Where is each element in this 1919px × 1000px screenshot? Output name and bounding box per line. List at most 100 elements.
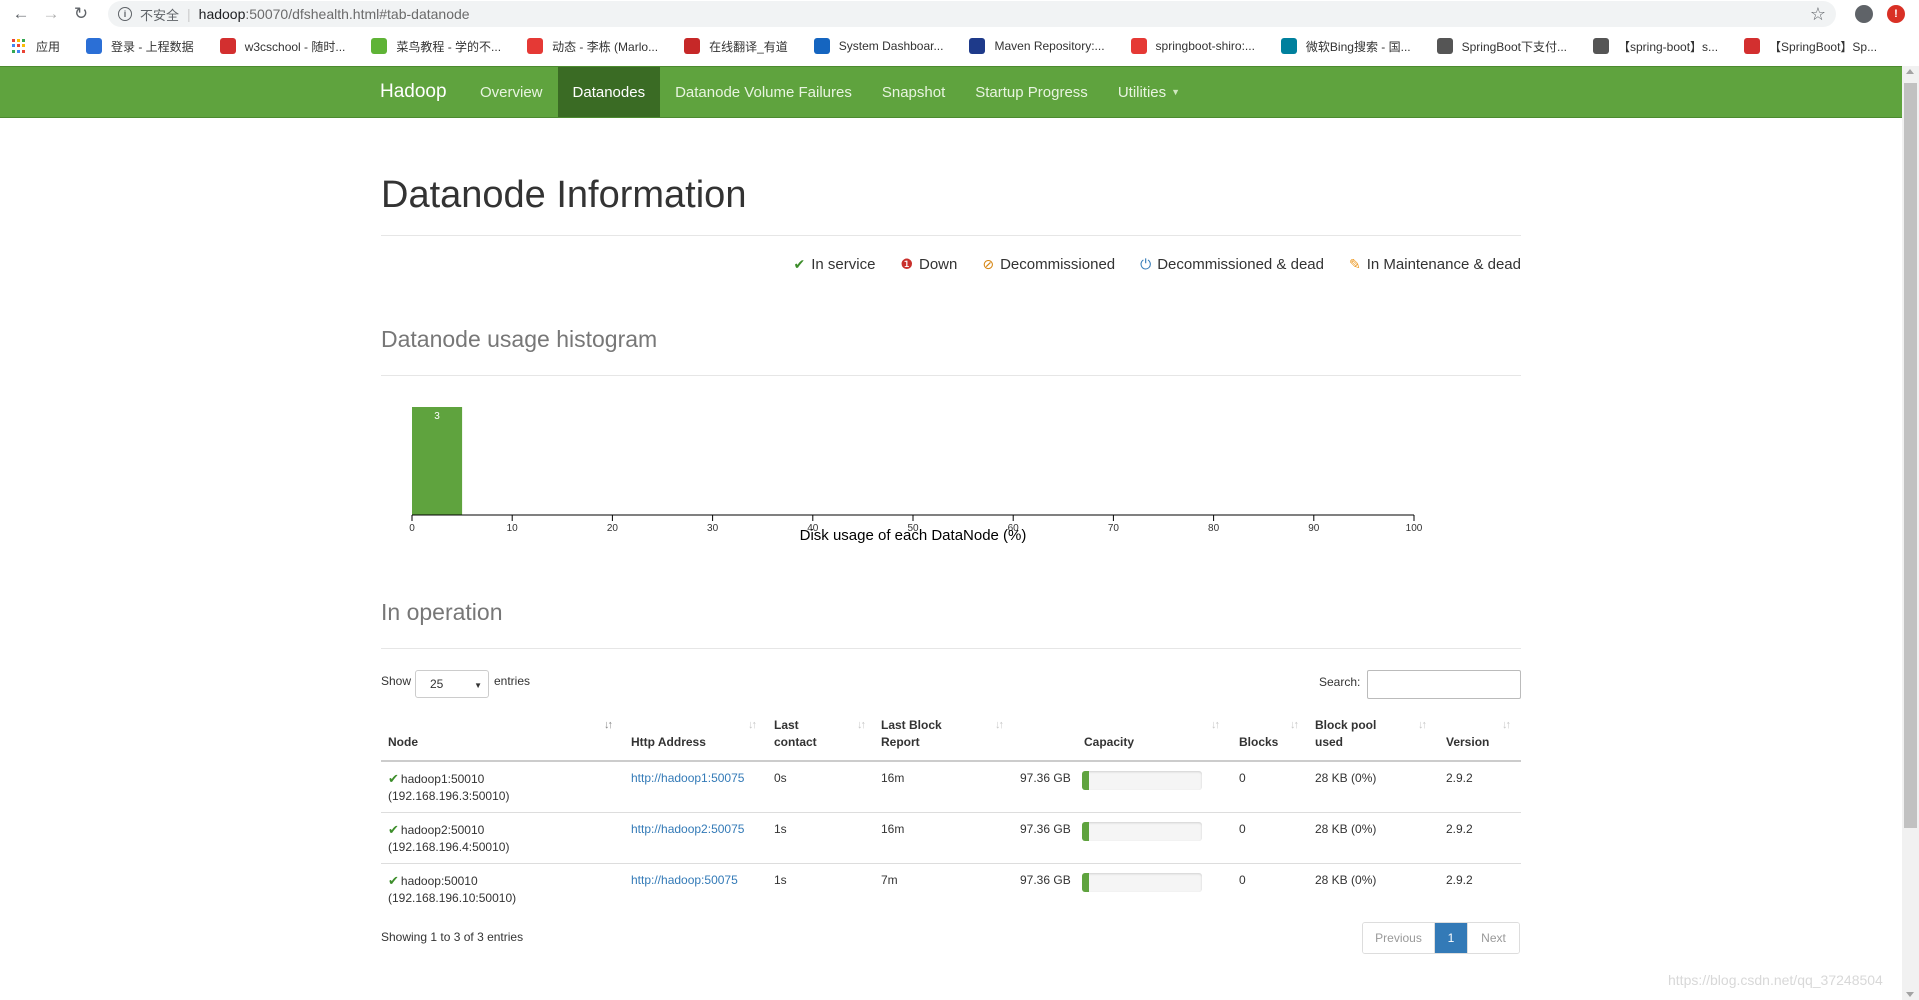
scroll-thumb[interactable] [1904,83,1917,828]
bookmark-item[interactable]: 在线翻译_有道 [684,38,788,55]
info-icon[interactable]: i [118,7,132,21]
brand-link[interactable]: Hadoop [380,81,447,103]
column-header[interactable]: Http Address [631,734,706,751]
node-ip: (192.168.196.4:50010) [388,840,510,854]
extension-icon[interactable]: ! [1887,5,1905,23]
row-divider [381,863,1521,864]
bookmark-favicon-icon [684,38,701,54]
column-header-line: Node [388,735,418,749]
address-bar[interactable]: i 不安全 | hadoop:50070/dfshealth.html#tab-… [108,1,1836,27]
http-address-link[interactable]: http://hadoop:50075 [631,872,738,889]
histogram-divider [381,375,1521,376]
column-header-line: Last Block [881,718,942,732]
pagination: Previous 1 Next [1362,922,1520,954]
legend-item: ❶ Down [900,256,957,273]
legend-item: ✎ In Maintenance & dead [1349,256,1521,273]
scroll-down-arrow-icon[interactable] [1906,992,1914,997]
last-contact-cell: 0s [774,771,787,785]
search-input[interactable] [1367,670,1521,699]
node-name: hadoop1:50010 [400,772,485,786]
nav-item-label: Datanodes [572,83,646,101]
capacity-usage-bar [1082,873,1202,892]
column-header-line: Last [774,718,799,732]
sort-arrows-icon[interactable]: ↓↑ [1502,719,1511,731]
account-icon[interactable] [1855,5,1873,23]
nav-item-snapshot[interactable]: Snapshot [867,67,960,117]
bookmark-item[interactable]: Maven Repository:... [969,38,1105,54]
sort-arrows-icon[interactable]: ↓↑ [1418,719,1427,731]
sort-arrows-icon[interactable]: ↓↑ [1211,719,1220,731]
dropdown-arrow-icon: ▼ [474,681,482,690]
nav-item-label: Overview [480,83,543,101]
sort-arrows-icon[interactable]: ↓↑ [995,719,1004,731]
operation-title: In operation [381,599,503,625]
sort-arrows-icon[interactable]: ↓↑ [1290,719,1299,731]
back-icon[interactable]: ← [6,0,36,28]
forward-icon[interactable]: → [36,0,66,28]
in-service-check-icon: ✔ [388,873,399,888]
http-address-link[interactable]: http://hadoop1:50075 [631,770,744,787]
table-info: Showing 1 to 3 of 3 entries [381,930,524,944]
legend-label: Decommissioned & dead [1157,256,1324,273]
column-header[interactable]: Last contact [774,717,817,751]
capacity-cell: 97.36 GB [1020,771,1071,785]
scroll-up-arrow-icon[interactable] [1906,69,1914,74]
nav-item-startup-progress[interactable]: Startup Progress [960,67,1103,117]
bookmark-item[interactable]: springboot-shiro:... [1130,38,1255,54]
capacity-usage-fill [1082,822,1090,841]
bookmark-item[interactable]: 动态 - 李栋 (Marlo... [527,38,658,55]
bookmark-star-icon[interactable]: ☆ [1810,4,1826,25]
column-header[interactable]: Version [1446,734,1489,751]
node-name: hadoop:50010 [400,874,478,888]
nav-item-datanode-volume-failures[interactable]: Datanode Volume Failures [660,67,867,117]
version-cell: 2.9.2 [1446,771,1473,785]
column-header-line: Blocks [1239,735,1279,749]
bookmark-favicon-icon [86,38,103,54]
row-divider [381,812,1521,813]
http-address-link[interactable]: http://hadoop2:50075 [631,821,744,838]
exclamation-icon: ❶ [900,256,913,272]
previous-page-button[interactable]: Previous [1363,923,1435,953]
column-header[interactable]: Block pool used [1315,717,1376,751]
bookmark-item[interactable]: 登录 - 上程数据 [86,38,194,55]
legend-label: Decommissioned [1000,256,1116,273]
nav-item-datanodes[interactable]: Datanodes [557,67,661,117]
sort-arrows-icon[interactable]: ↓↑ [604,719,613,731]
sort-arrows-icon[interactable]: ↓↑ [857,719,866,731]
capacity-usage-bar [1082,771,1202,790]
bookmark-item[interactable]: 微软Bing搜索 - 国... [1280,38,1411,55]
bookmark-apps[interactable]: 应用 [12,38,60,55]
page-scrollbar[interactable] [1902,66,1919,1000]
entries-label: entries [494,674,531,688]
histogram-bar-label: 3 [434,411,440,422]
bookmark-item[interactable]: SpringBoot下支付... [1436,38,1567,55]
column-header[interactable]: Node [388,734,418,751]
next-page-button[interactable]: Next [1467,923,1519,953]
nav-item-utilities[interactable]: Utilities ▼ [1103,67,1195,117]
bookmark-item[interactable]: 菜鸟教程 - 学的不... [371,38,501,55]
bookmark-item[interactable]: 【SpringBoot】Sp... [1744,38,1877,55]
node-cell: ✔ hadoop:50010 (192.168.196.10:50010) [388,872,516,907]
nav-item-overview[interactable]: Overview [465,67,558,117]
page-length-value: 25 [430,677,444,691]
column-header[interactable]: Blocks [1239,734,1278,751]
sort-arrows-icon[interactable]: ↓↑ [748,719,757,731]
bookmark-label: springboot-shiro:... [1155,39,1255,53]
bookmark-item[interactable]: w3cschool - 随时... [219,38,345,55]
column-header-line: Version [1446,735,1490,749]
pool-used-cell: 28 KB (0%) [1315,771,1377,785]
page-1-button[interactable]: 1 [1435,923,1467,953]
last-block-report-cell: 7m [881,873,898,887]
blocks-cell: 0 [1239,822,1246,836]
bookmark-item[interactable]: 【spring-boot】s... [1593,38,1718,55]
page-length-select[interactable]: 25 ▼ [415,670,489,698]
column-header[interactable]: Last Block Report [881,717,942,751]
column-header[interactable]: Capacity [1084,734,1134,751]
reload-icon[interactable]: ↻ [66,0,96,28]
pool-used-cell: 28 KB (0%) [1315,873,1377,887]
blocks-cell: 0 [1239,873,1246,887]
bookmark-item[interactable]: System Dashboar... [813,38,943,54]
wrench-icon: ✎ [1348,256,1361,272]
capacity-usage-bar [1082,822,1202,841]
page-title: Datanode Information [381,174,747,216]
